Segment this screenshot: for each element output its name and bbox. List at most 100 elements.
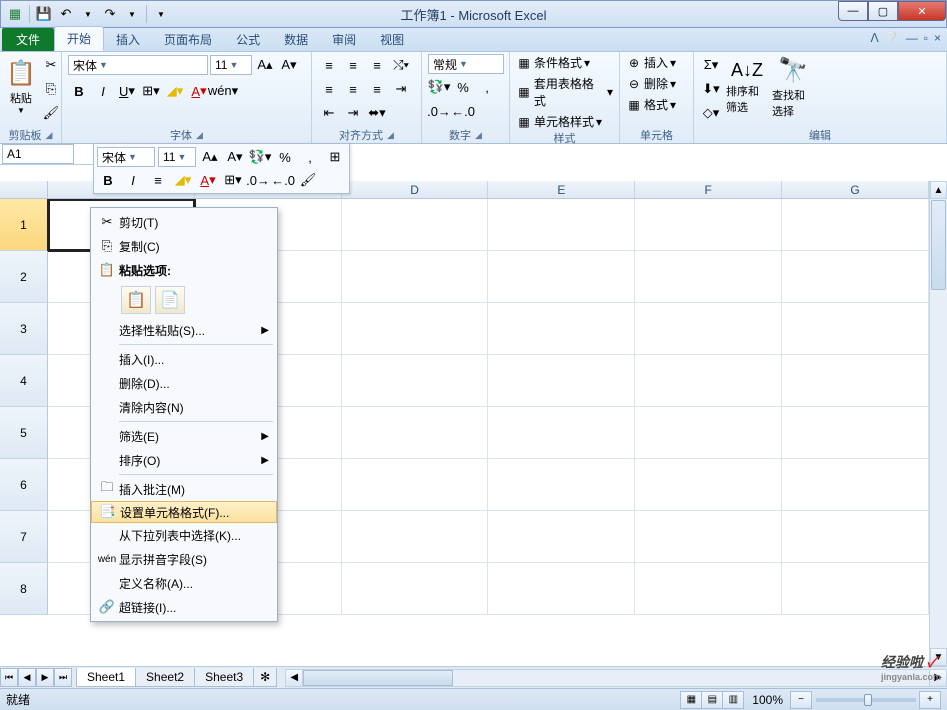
row-header[interactable]: 5 [0, 407, 48, 459]
copy-button[interactable]: ⎘ [40, 78, 62, 100]
tab-review[interactable]: 审阅 [320, 28, 368, 51]
redo-button[interactable]: ↷ [100, 4, 120, 24]
mini-grow-font[interactable]: A▴ [199, 147, 221, 167]
percent-button[interactable]: % [452, 76, 474, 98]
view-layout-button[interactable]: ▤ [701, 691, 723, 709]
zoom-level[interactable]: 100% [752, 693, 783, 707]
shrink-font-button[interactable]: A▾ [278, 54, 300, 76]
ctx-define-name[interactable]: 定义名称(A)... [91, 571, 277, 595]
hscroll-thumb[interactable] [303, 670, 453, 686]
mdi-close[interactable]: × [934, 31, 941, 45]
font-dialog[interactable]: ◢ [196, 130, 203, 141]
scroll-thumb[interactable] [931, 200, 946, 290]
mini-font-color[interactable]: A▾ [197, 170, 219, 190]
sheet-nav-last[interactable]: ⏭ [54, 668, 72, 687]
number-format-combo[interactable]: 常规▼ [428, 54, 504, 74]
vertical-scrollbar[interactable]: ▲ ▼ [929, 181, 947, 666]
cut-button[interactable]: ✂ [40, 54, 62, 76]
mini-align[interactable]: ≡ [147, 170, 169, 190]
redo-dropdown[interactable]: ▼ [122, 4, 142, 24]
format-painter-button[interactable]: 🖌 [40, 102, 62, 124]
sheet-nav-first[interactable]: ⏮ [0, 668, 18, 687]
paste-option-values[interactable]: 📄 [155, 286, 185, 314]
hscroll-left[interactable]: ◀ [285, 669, 303, 687]
mini-comma[interactable]: , [299, 147, 321, 167]
excel-icon[interactable]: ▦ [5, 4, 25, 24]
mdi-minimize[interactable]: — [906, 31, 918, 45]
mini-fill-color[interactable]: ◢▾ [172, 170, 194, 190]
row-header[interactable]: 2 [0, 251, 48, 303]
align-top-button[interactable]: ≡ [318, 54, 340, 76]
orientation-button[interactable]: ⤭▾ [390, 54, 412, 76]
sheet-tab-3[interactable]: Sheet3 [194, 668, 254, 687]
close-button[interactable]: ✕ [898, 1, 946, 21]
mini-currency[interactable]: 💱▾ [249, 147, 271, 167]
increase-indent-button[interactable]: ⇥ [342, 102, 364, 124]
qat-customize[interactable]: ▼ [151, 4, 171, 24]
italic-button[interactable]: I [92, 80, 114, 102]
help-button[interactable]: ❔ [885, 31, 900, 45]
tab-insert[interactable]: 插入 [104, 28, 152, 51]
underline-button[interactable]: U▾ [116, 80, 138, 102]
mini-dec-decimal[interactable]: ←.0 [272, 170, 294, 190]
row-header[interactable]: 8 [0, 563, 48, 615]
conditional-format-button[interactable]: ▦条件格式 ▾ [516, 54, 613, 71]
row-header[interactable]: 1 [0, 199, 48, 251]
mini-border2[interactable]: ⊞▾ [222, 170, 244, 190]
number-dialog[interactable]: ◢ [475, 130, 482, 141]
col-header[interactable]: E [488, 181, 635, 198]
name-box[interactable]: A1 [2, 144, 74, 164]
undo-dropdown[interactable]: ▼ [78, 4, 98, 24]
mini-inc-decimal[interactable]: .0→ [247, 170, 269, 190]
align-right-button[interactable]: ≡ [366, 78, 388, 100]
pinyin-button[interactable]: wén▾ [212, 80, 234, 102]
ribbon-minimize[interactable]: ᐱ [871, 31, 879, 45]
zoom-slider[interactable] [816, 698, 916, 702]
tab-data[interactable]: 数据 [272, 28, 320, 51]
view-pagebreak-button[interactable]: ▥ [722, 691, 744, 709]
increase-decimal-button[interactable]: .0→ [428, 100, 450, 122]
mdi-restore[interactable]: ▫ [924, 31, 928, 45]
mini-shrink-font[interactable]: A▾ [224, 147, 246, 167]
ctx-cut[interactable]: ✂剪切(T) [91, 210, 277, 234]
new-sheet-button[interactable]: ✻ [253, 668, 277, 687]
minimize-button[interactable]: — [838, 1, 868, 21]
mini-size-combo[interactable]: 11▼ [158, 147, 196, 167]
grow-font-button[interactable]: A▴ [254, 54, 276, 76]
zoom-in-button[interactable]: + [919, 691, 941, 709]
select-all-corner[interactable] [0, 181, 48, 198]
ctx-sort[interactable]: 排序(O)▶ [91, 448, 277, 472]
currency-button[interactable]: 💱▾ [428, 76, 450, 98]
bold-button[interactable]: B [68, 80, 90, 102]
scroll-up-button[interactable]: ▲ [930, 181, 947, 199]
row-header[interactable]: 3 [0, 303, 48, 355]
ctx-delete[interactable]: 删除(D)... [91, 371, 277, 395]
col-header[interactable]: F [635, 181, 782, 198]
find-select-button[interactable]: 🔭 查找和选择 [772, 54, 814, 120]
row-header[interactable]: 7 [0, 511, 48, 563]
mini-format-painter[interactable]: 🖌 [297, 170, 319, 190]
tab-layout[interactable]: 页面布局 [152, 28, 224, 51]
mini-borders[interactable]: ⊞ [324, 147, 346, 167]
col-header[interactable]: G [782, 181, 929, 198]
align-bottom-button[interactable]: ≡ [366, 54, 388, 76]
sheet-tab-2[interactable]: Sheet2 [135, 668, 195, 687]
decrease-indent-button[interactable]: ⇤ [318, 102, 340, 124]
col-header[interactable]: D [342, 181, 489, 198]
maximize-button[interactable]: ▢ [868, 1, 898, 21]
clipboard-dialog[interactable]: ◢ [46, 130, 53, 141]
row-header[interactable]: 4 [0, 355, 48, 407]
delete-cells-button[interactable]: ⊖删除 ▾ [626, 75, 676, 92]
row-header[interactable]: 6 [0, 459, 48, 511]
format-cells-button[interactable]: ▦格式 ▾ [626, 96, 676, 113]
ctx-filter[interactable]: 筛选(E)▶ [91, 424, 277, 448]
paste-option-all[interactable]: 📋 [121, 286, 151, 314]
font-color-button[interactable]: A▾ [188, 80, 210, 102]
align-left-button[interactable]: ≡ [318, 78, 340, 100]
align-middle-button[interactable]: ≡ [342, 54, 364, 76]
horizontal-scrollbar[interactable]: ◀ ▶ [285, 669, 947, 687]
decrease-decimal-button[interactable]: ←.0 [452, 100, 474, 122]
tab-home[interactable]: 开始 [54, 26, 104, 51]
ctx-hyperlink[interactable]: 🔗超链接(I)... [91, 595, 277, 619]
tab-view[interactable]: 视图 [368, 28, 416, 51]
